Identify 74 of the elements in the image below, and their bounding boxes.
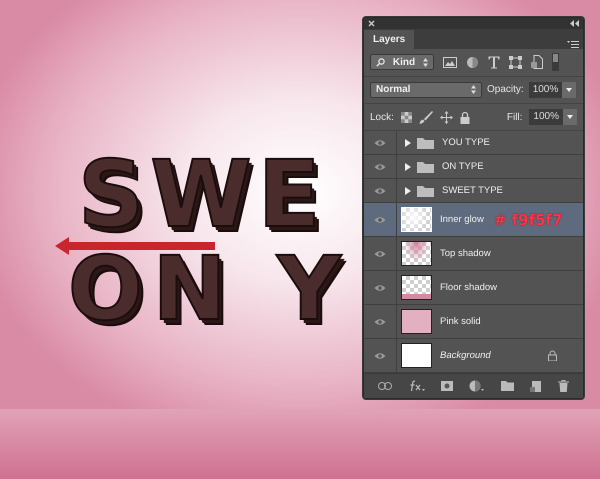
caret-icon: [567, 115, 573, 120]
eye-icon[interactable]: [374, 284, 386, 292]
opacity-field[interactable]: 100%: [528, 82, 562, 98]
link-icon[interactable]: [378, 382, 392, 390]
fill-label: Fill:: [506, 112, 522, 123]
document-icon[interactable]: [531, 55, 543, 70]
layer-row[interactable]: Background: [364, 339, 583, 374]
disclosure-triangle-icon[interactable]: [405, 162, 411, 171]
layer-thumbnail: [401, 309, 432, 334]
layer-name: YOU TYPE: [442, 137, 490, 148]
disclosure-triangle-icon[interactable]: [405, 186, 411, 195]
stepper-arrows-icon: [471, 85, 476, 94]
effects-icon[interactable]: [408, 380, 425, 392]
trash-icon[interactable]: [558, 380, 569, 392]
layer-name: Inner glow: [440, 214, 484, 226]
caret-icon: [566, 88, 572, 92]
disclosure-triangle-icon[interactable]: [405, 138, 411, 147]
filter-toggle-icon[interactable]: [552, 53, 559, 72]
opacity-dropdown-button[interactable]: [562, 82, 576, 98]
color-code-annotation: # f9f5f7: [494, 210, 563, 229]
eye-icon[interactable]: [374, 250, 386, 258]
folder-icon: [417, 136, 434, 149]
layer-row[interactable]: Inner glow # f9f5f7: [364, 203, 583, 238]
close-icon[interactable]: [368, 20, 375, 27]
checkerboard-icon[interactable]: [400, 112, 412, 123]
layer-name: Top shadow: [440, 248, 491, 260]
menu-icon[interactable]: [567, 40, 579, 49]
mask-icon[interactable]: [441, 381, 454, 392]
blend-mode-dropdown[interactable]: Normal: [370, 82, 482, 98]
artwork-text: SWE: [78, 156, 328, 234]
layer-thumbnail: [401, 275, 432, 300]
eye-icon[interactable]: [374, 162, 386, 171]
circle-icon[interactable]: [466, 56, 479, 69]
move-icon[interactable]: [440, 110, 453, 124]
folder-icon[interactable]: [500, 381, 514, 392]
stepper-arrows-icon: [423, 58, 428, 67]
layer-thumbnail: [401, 241, 432, 266]
filter-dropdown[interactable]: Kind: [370, 54, 434, 70]
layer-thumbnail: [401, 343, 432, 368]
new-layer-icon[interactable]: [530, 380, 542, 392]
brush-icon[interactable]: [418, 110, 433, 124]
layer-group-row[interactable]: SWEET TYPE: [364, 179, 583, 204]
layer-row[interactable]: Pink solid: [364, 305, 583, 340]
fill-field[interactable]: 100%: [529, 109, 563, 126]
eye-icon[interactable]: [374, 186, 386, 195]
arrow-icon: [55, 237, 215, 255]
eye-icon[interactable]: [374, 138, 386, 147]
lock-label: Lock:: [370, 112, 394, 123]
layer-group-row[interactable]: ON TYPE: [364, 155, 583, 180]
transform-icon[interactable]: [509, 56, 522, 69]
eye-icon[interactable]: [374, 216, 386, 224]
eye-icon[interactable]: [374, 318, 386, 326]
fill-dropdown-button[interactable]: [563, 109, 577, 126]
layer-name: Pink solid: [440, 316, 481, 328]
eye-icon[interactable]: [374, 352, 386, 360]
layer-name: Background: [440, 350, 491, 362]
artwork-text: ON Y: [68, 252, 351, 327]
adjustment-icon[interactable]: [469, 380, 484, 392]
image-icon[interactable]: [443, 56, 457, 68]
layer-group-row[interactable]: YOU TYPE: [364, 131, 583, 156]
search-icon: [376, 58, 385, 67]
lock-icon[interactable]: [548, 350, 557, 362]
layer-name: ON TYPE: [442, 161, 484, 172]
layer-name: Floor shadow: [440, 282, 498, 294]
layer-thumbnail: [401, 207, 432, 232]
type-icon[interactable]: [488, 56, 500, 69]
layer-row[interactable]: Top shadow: [364, 237, 583, 272]
panel-tab[interactable]: Layers: [364, 30, 414, 49]
folder-icon: [417, 184, 434, 197]
layer-row[interactable]: Floor shadow: [364, 271, 583, 306]
folder-icon: [417, 160, 434, 173]
layer-name: SWEET TYPE: [442, 185, 503, 196]
opacity-label: Opacity:: [487, 84, 524, 96]
lock-icon[interactable]: [460, 110, 470, 124]
